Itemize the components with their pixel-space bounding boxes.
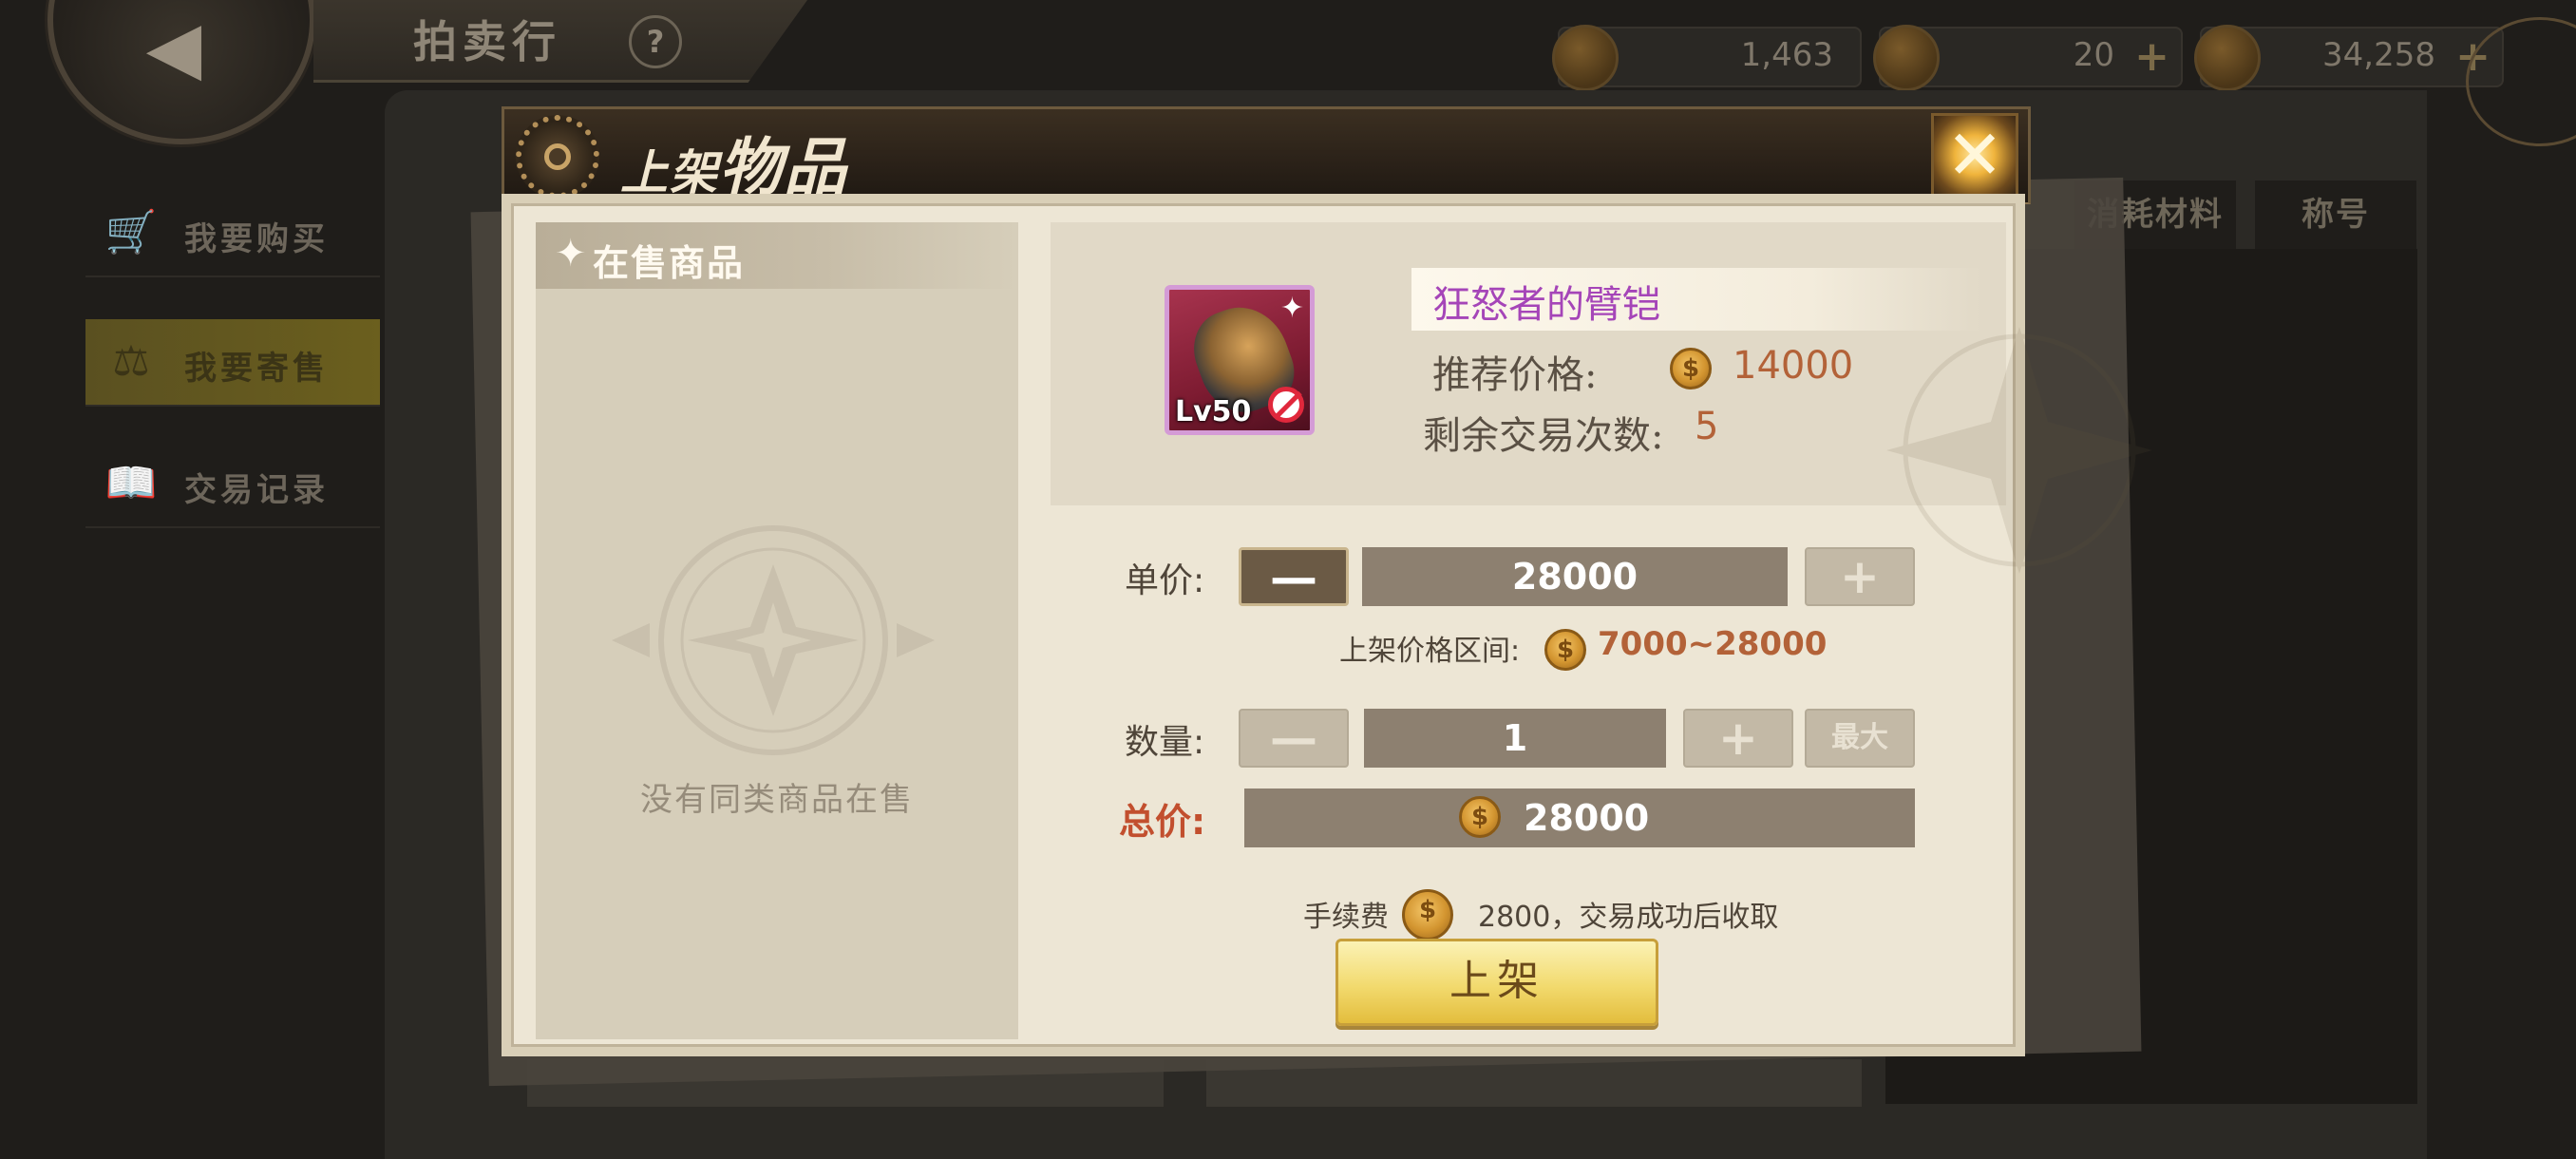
unit-price-label: 单价:: [1125, 561, 1205, 600]
recommended-price-label: 推荐价格:: [1432, 353, 1598, 397]
price-increase-button[interactable]: +: [1805, 547, 1915, 606]
total-price-box: 28000: [1244, 788, 1915, 847]
nav-label: 我要购买: [184, 220, 329, 258]
nav-label: 我要寄售: [184, 350, 329, 388]
total-price-value: 28000: [1524, 797, 1650, 839]
coin-icon: [1670, 348, 1712, 390]
price-decrease-button[interactable]: —: [1239, 547, 1349, 606]
empty-sale-text: 没有同类商品在售: [640, 781, 914, 819]
fee-label: 手续费: [1303, 901, 1389, 934]
book-icon: 📖: [104, 459, 158, 507]
locked-gem-icon: [1552, 25, 1619, 91]
currency-value: 20: [2073, 36, 2114, 74]
quantity-decrease-button[interactable]: —: [1239, 709, 1349, 768]
nav-item-buy[interactable]: 🛒 我要购买: [85, 190, 380, 277]
dialog-header: 上架物品 ✕: [502, 106, 2031, 204]
list-item-dialog: 上架物品 ✕ ✦ 在售商品 没有同类商品在售 ✦ Lv50 狂怒者的臂铠 推荐价…: [502, 106, 2152, 1056]
gem-icon: [1873, 25, 1940, 91]
quantity-increase-button[interactable]: +: [1683, 709, 1793, 768]
close-button[interactable]: ✕: [1931, 113, 2018, 197]
nav-label: 交易记录: [184, 471, 329, 509]
decorative-star-icon: [1886, 327, 2152, 574]
coin-icon: [1544, 629, 1586, 671]
gold-coin-icon: [2194, 25, 2261, 91]
no-trade-icon: [1268, 387, 1304, 423]
item-icon[interactable]: ✦ Lv50: [1165, 285, 1315, 435]
gear-icon: [516, 115, 599, 199]
currency-locked-gems: 1,463: [1552, 25, 1862, 91]
currency-value: 34,258: [2322, 36, 2435, 74]
scale-icon: ⚖: [112, 337, 150, 386]
help-icon[interactable]: ?: [629, 15, 682, 68]
add-gems-button[interactable]: +: [2134, 32, 2169, 81]
on-sale-header: ✦ 在售商品: [536, 222, 1018, 289]
on-sale-panel: ✦ 在售商品 没有同类商品在售: [536, 222, 1018, 1039]
sparkle-icon: ✦: [1279, 292, 1304, 325]
quantity-max-button[interactable]: 最大: [1805, 709, 1915, 768]
total-price-label: 总价:: [1119, 801, 1206, 843]
nav-item-consign[interactable]: ⚖ 我要寄售: [85, 319, 380, 407]
item-level: Lv50: [1175, 395, 1252, 428]
currency-gems: 20 +: [1873, 25, 2183, 91]
on-sale-title: 在售商品: [593, 242, 746, 284]
cart-icon: 🛒: [104, 208, 158, 256]
page-title: 拍卖行: [413, 16, 561, 67]
currency-gold: 34,258 +: [2194, 25, 2504, 91]
price-range-value: 7000~28000: [1598, 625, 1828, 663]
fee-value: 2800，交易成功后收取: [1478, 901, 1779, 934]
dialog-title-prefix: 上架: [620, 144, 719, 200]
unit-price-input[interactable]: 28000: [1362, 547, 1788, 606]
compass-emblem-icon: [612, 525, 935, 755]
nav-item-history[interactable]: 📖 交易记录: [85, 441, 380, 528]
currency-value: 1,463: [1740, 36, 1833, 74]
coin-icon: [1459, 796, 1501, 838]
tab-titles[interactable]: 称号: [2255, 180, 2416, 249]
coin-icon: [1402, 889, 1453, 940]
dialog-body: ✦ 在售商品 没有同类商品在售 ✦ Lv50 狂怒者的臂铠 推荐价格: $ 14…: [502, 194, 2152, 1056]
star-icon: ✦: [555, 232, 587, 276]
close-icon: ✕: [1945, 115, 2004, 195]
quantity-input[interactable]: 1: [1364, 709, 1666, 768]
list-item-button[interactable]: 上架: [1335, 939, 1658, 1026]
back-arrow-icon[interactable]: ◀: [122, 10, 226, 86]
remaining-trades-value: 5: [1695, 405, 1719, 448]
quantity-label: 数量:: [1125, 723, 1205, 762]
item-info-card: ✦ Lv50 狂怒者的臂铠 推荐价格: 14000 剩余交易次数: 5: [1051, 222, 2152, 574]
remaining-trades-label: 剩余交易次数:: [1423, 414, 1664, 458]
recommended-price-value: 14000: [1733, 344, 1854, 388]
item-name: 狂怒者的臂铠: [1432, 283, 1660, 327]
price-range-label: 上架价格区间:: [1339, 635, 1521, 668]
